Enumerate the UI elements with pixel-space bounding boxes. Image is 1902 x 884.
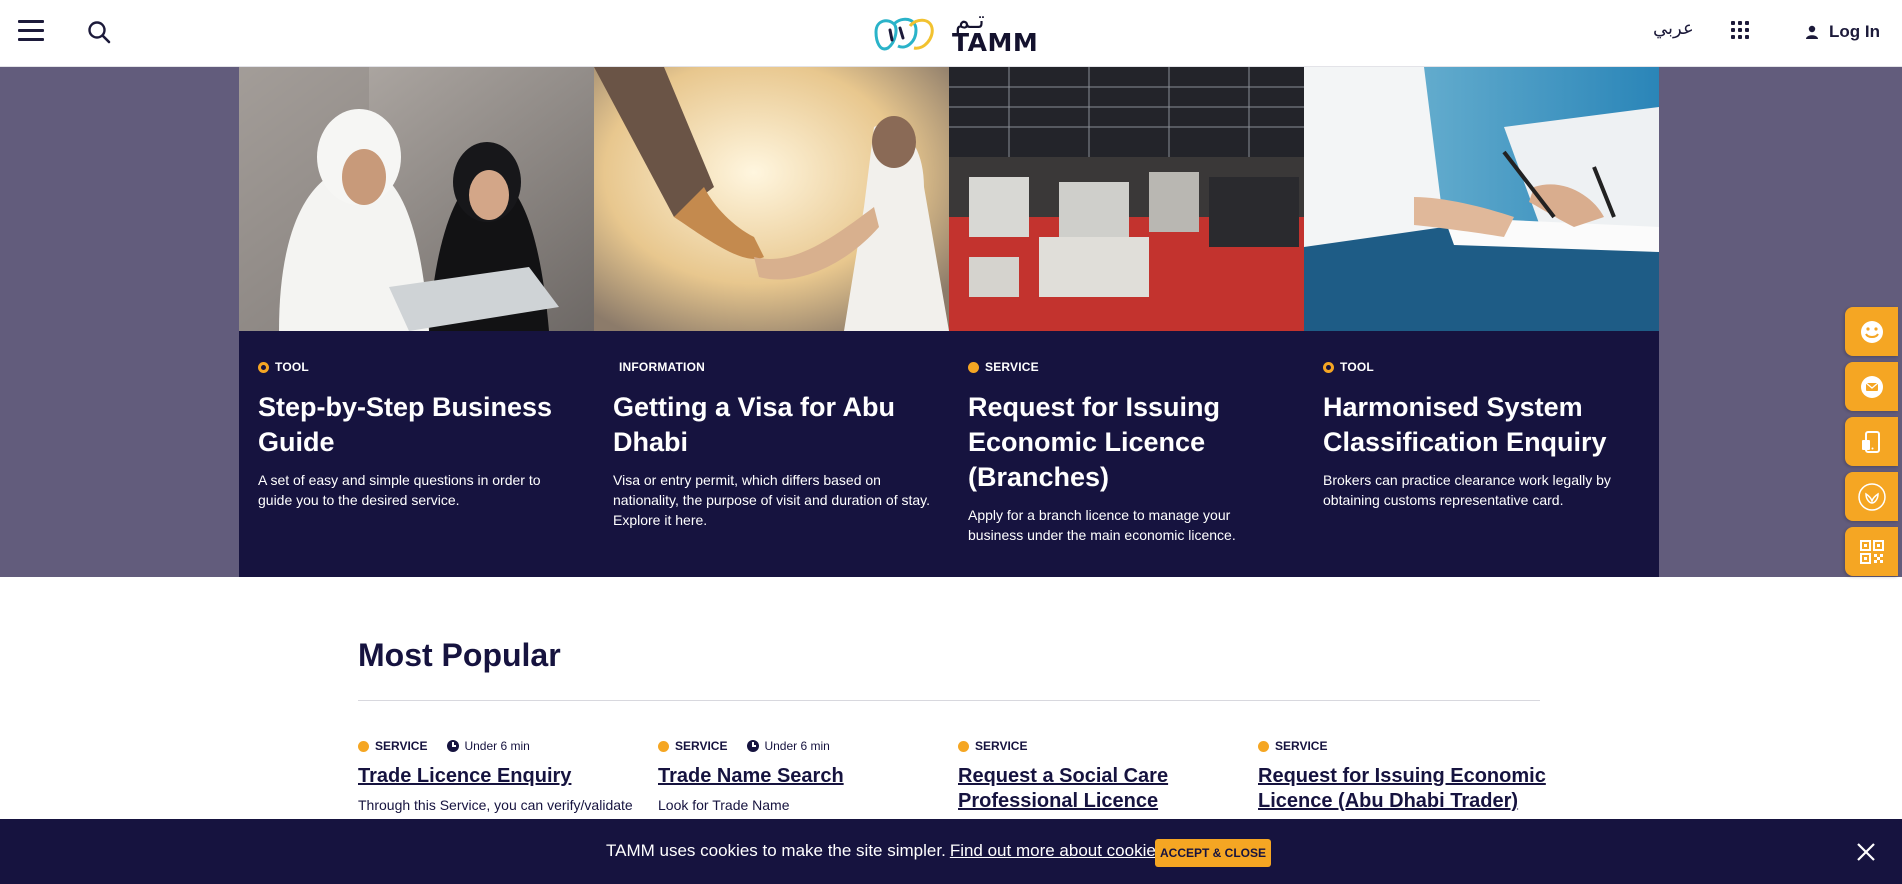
service-icon bbox=[658, 740, 669, 752]
card-tag: TOOL bbox=[258, 359, 576, 375]
service-icon bbox=[1258, 740, 1269, 752]
card-tag-label: INFORMATION bbox=[619, 360, 705, 374]
popular-item[interactable]: SERVICE Under 6 min Trade Name Search Loo… bbox=[658, 738, 948, 813]
smiley-icon[interactable] bbox=[1845, 307, 1898, 356]
card-tag-label: SERVICE bbox=[985, 360, 1039, 374]
login-button[interactable]: Log In bbox=[1805, 20, 1880, 44]
card-image-exhibition-hall bbox=[949, 67, 1304, 331]
service-icon bbox=[358, 740, 369, 752]
card-title[interactable]: Getting a Visa for Abu Dhabi bbox=[613, 390, 931, 460]
featured-section: TOOL Step-by-Step Business Guide A set o… bbox=[0, 67, 1902, 577]
card-description: Brokers can practice clearance work lega… bbox=[1323, 472, 1611, 508]
featured-card[interactable]: SERVICE Request for Issuing Economic Lic… bbox=[949, 67, 1304, 577]
top-header: تـم TAMM عربي Log In bbox=[0, 0, 1902, 67]
accept-cookies-button[interactable]: ACCEPT & CLOSE bbox=[1155, 839, 1271, 867]
logo-text: TAMM bbox=[952, 28, 1039, 57]
card-title[interactable]: Harmonised System Classification Enquiry bbox=[1323, 390, 1641, 460]
featured-card[interactable]: INFORMATION Getting a Visa for Abu Dhabi… bbox=[594, 67, 949, 577]
close-icon[interactable] bbox=[1855, 841, 1877, 863]
card-image-handshake bbox=[594, 67, 949, 331]
apps-grid-icon[interactable] bbox=[1731, 21, 1749, 39]
popular-item[interactable]: SERVICE Under 6 min Trade Licence Enquiry… bbox=[358, 738, 648, 813]
popular-item[interactable]: SERVICE Request a Social Care Profession… bbox=[958, 738, 1248, 814]
floating-actions bbox=[1845, 307, 1898, 582]
card-tag: SERVICE bbox=[968, 359, 1286, 375]
card-description: Visa or entry permit, which differs base… bbox=[613, 472, 931, 528]
service-icon bbox=[968, 361, 979, 373]
item-title-link[interactable]: Trade Name Search bbox=[658, 764, 948, 789]
item-kind: SERVICE bbox=[375, 739, 428, 753]
tool-icon bbox=[258, 361, 269, 373]
card-tag-label: TOOL bbox=[1340, 360, 1374, 374]
item-title-link[interactable]: Request for Issuing Economic Licence (Ab… bbox=[1258, 764, 1558, 814]
user-icon bbox=[1806, 25, 1818, 39]
item-duration: Under 6 min bbox=[464, 739, 530, 753]
clock-icon bbox=[447, 740, 460, 752]
card-title[interactable]: Step-by-Step Business Guide bbox=[258, 390, 576, 460]
cookie-banner: TAMM uses cookies to make the site simpl… bbox=[0, 819, 1902, 884]
featured-card[interactable]: TOOL Harmonised System Classification En… bbox=[1304, 67, 1659, 577]
mobile-app-icon[interactable] bbox=[1845, 417, 1898, 466]
item-duration: Under 6 min bbox=[764, 739, 830, 753]
item-kind: SERVICE bbox=[1275, 739, 1328, 753]
qr-code-icon[interactable] bbox=[1845, 527, 1898, 576]
language-switch[interactable]: عربي bbox=[1653, 18, 1694, 39]
card-image-signing-document bbox=[1304, 67, 1659, 331]
tool-icon bbox=[1323, 361, 1334, 373]
item-kind: SERVICE bbox=[975, 739, 1028, 753]
item-title-link[interactable]: Request a Social Care Professional Licen… bbox=[958, 764, 1248, 814]
mail-icon[interactable] bbox=[1845, 362, 1898, 411]
emblem-icon[interactable] bbox=[1845, 472, 1898, 521]
clock-icon bbox=[747, 740, 760, 752]
cookie-text: TAMM uses cookies to make the site simpl… bbox=[606, 841, 946, 860]
most-popular-heading: Most Popular bbox=[358, 637, 561, 673]
menu-icon[interactable] bbox=[18, 20, 44, 42]
tamm-logo-mark-icon bbox=[874, 17, 934, 51]
card-tag-label: TOOL bbox=[275, 360, 309, 374]
item-title-link[interactable]: Trade Licence Enquiry bbox=[358, 764, 648, 789]
card-description: Apply for a branch licence to manage you… bbox=[968, 507, 1236, 543]
card-image-business-couple bbox=[239, 67, 594, 331]
featured-card[interactable]: TOOL Step-by-Step Business Guide A set o… bbox=[239, 67, 594, 577]
popular-item[interactable]: SERVICE Request for Issuing Economic Lic… bbox=[1258, 738, 1558, 814]
featured-cards: TOOL Step-by-Step Business Guide A set o… bbox=[239, 67, 1659, 577]
section-divider bbox=[358, 700, 1540, 701]
service-icon bbox=[958, 740, 969, 752]
cookie-policy-link[interactable]: Find out more about cookies bbox=[950, 841, 1165, 860]
cookie-message: TAMM uses cookies to make the site simpl… bbox=[606, 841, 1164, 861]
card-description: A set of easy and simple questions in or… bbox=[258, 472, 541, 508]
card-tag: INFORMATION bbox=[613, 359, 931, 375]
card-tag: TOOL bbox=[1323, 359, 1641, 375]
item-kind: SERVICE bbox=[675, 739, 728, 753]
login-label: Log In bbox=[1829, 22, 1880, 41]
item-description: Look for Trade Name bbox=[658, 797, 790, 813]
search-icon[interactable] bbox=[86, 19, 112, 45]
card-title[interactable]: Request for Issuing Economic Licence (Br… bbox=[968, 390, 1286, 495]
item-description: Through this Service, you can verify/val… bbox=[358, 797, 633, 813]
